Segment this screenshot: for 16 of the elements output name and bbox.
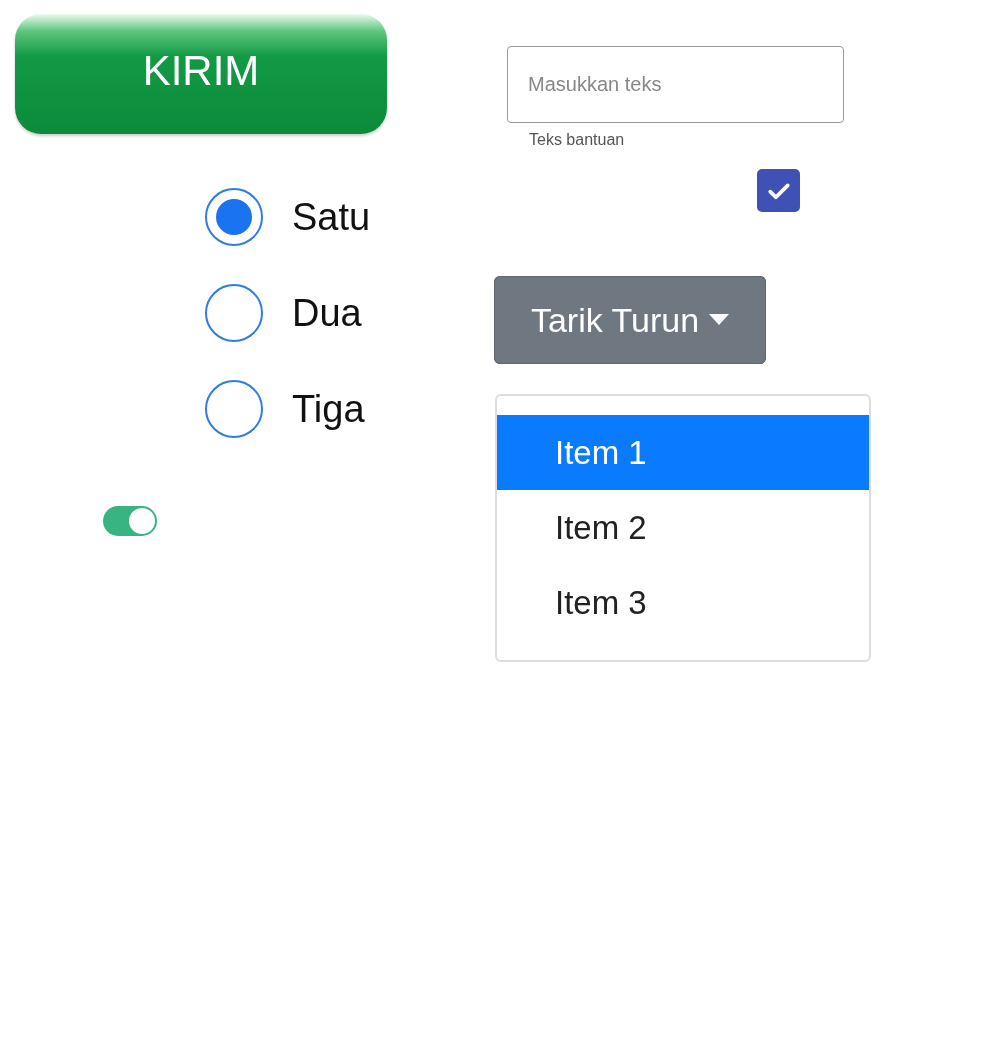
radio-button[interactable] [205,380,263,438]
radio-label: Dua [292,291,362,335]
checkbox[interactable] [757,169,800,212]
toggle-switch[interactable] [103,506,157,536]
text-input-field[interactable]: Masukkan teks [507,46,844,123]
radio-label: Satu [292,195,371,239]
dropdown-button[interactable]: Tarik Turun [494,276,766,364]
radio-button[interactable] [205,188,263,246]
radio-button[interactable] [205,284,263,342]
radio-label: Tiga [292,387,365,431]
caret-icon [709,314,730,326]
helper-text: Teks bantuan [529,131,625,149]
submit-button[interactable]: KIRIM [15,14,387,134]
dropdown-item[interactable]: Item 1 [497,415,869,490]
dropdown-item[interactable]: Item 3 [497,565,869,640]
dropdown-item[interactable]: Item 2 [497,490,869,565]
